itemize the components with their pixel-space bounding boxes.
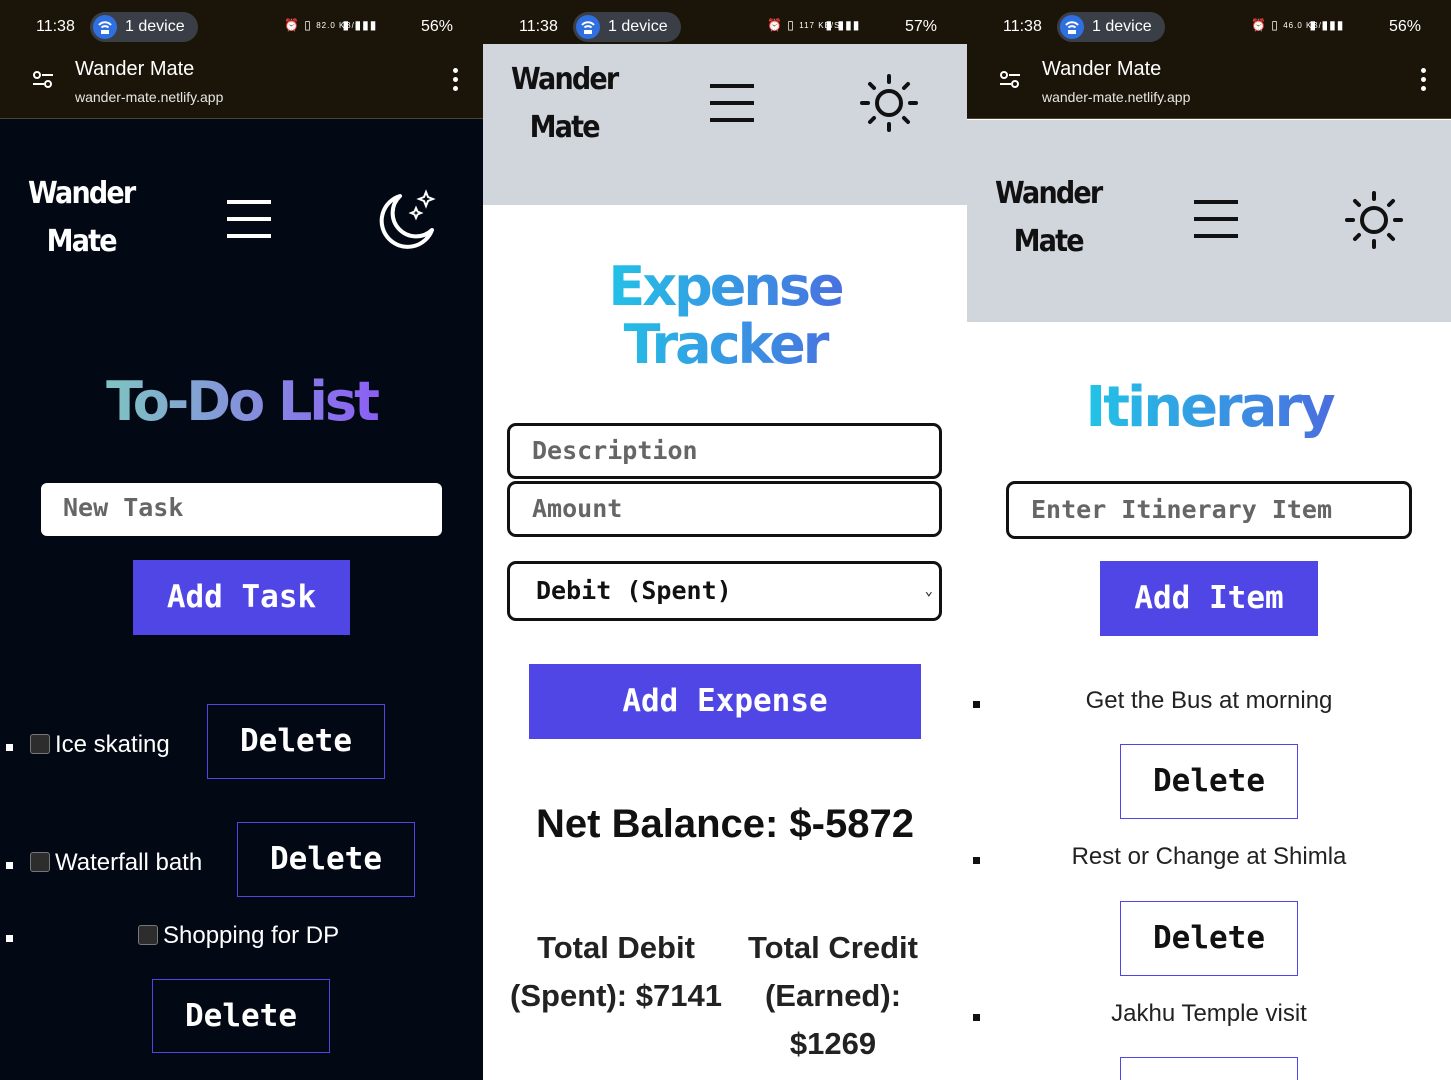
task-checkbox[interactable]	[138, 925, 158, 945]
logo-line2: Mate	[1013, 224, 1085, 259]
itinerary-item-input[interactable]: Enter Itinerary Item	[1006, 481, 1412, 539]
status-bar: 11:38 1 device ⏰ ▯ 117 KB/S ▮ ▮▮▮ 57%	[483, 0, 967, 44]
logo-line1: Wander	[28, 176, 136, 211]
site-url[interactable]: wander-mate.netlify.app	[1042, 89, 1190, 105]
delete-button[interactable]: Delete	[237, 822, 415, 897]
task-label: Waterfall bath	[55, 849, 203, 876]
delete-button[interactable]: Delete	[152, 979, 330, 1053]
page-title: To-Do List	[0, 370, 483, 433]
expense-type-select[interactable]: Debit (Spent) ⌄	[507, 561, 942, 621]
net-speed: 82.0 KB/S	[316, 21, 362, 31]
page-title: Expense Tracker	[483, 258, 967, 374]
expense-screen: 11:38 1 device ⏰ ▯ 117 KB/S ▮ ▮▮▮ 57% Wa…	[483, 0, 967, 1080]
device-pill[interactable]: 1 device	[1057, 12, 1165, 42]
add-item-button[interactable]: Add Item	[1100, 561, 1318, 636]
battery-level: 56%	[420, 18, 453, 35]
app-logo[interactable]: Wander Mate	[511, 56, 619, 152]
itinerary-item: Rest or Change at Shimla	[1071, 843, 1347, 870]
title-line1: Expense	[608, 255, 842, 318]
device-pill-label: 1 device	[1092, 18, 1152, 35]
app-logo[interactable]: Wander Mate	[995, 170, 1103, 266]
net-speed: 117 KB/S	[799, 21, 841, 31]
task-label: Shopping for DP	[163, 922, 340, 949]
status-bar: 11:38 1 device ⏰ ▯ 82.0 KB/S ▮ ▮▮▮ 56%	[0, 0, 483, 44]
task-item: Waterfall bath	[30, 849, 202, 877]
battery-level: 57%	[904, 18, 937, 35]
total-credit-line1: Total Credit	[748, 930, 918, 965]
delete-button[interactable]: Delete	[1120, 744, 1298, 819]
system-icons: ⏰ ▯ 82.0 KB/S ▮ ▮▮▮	[284, 18, 378, 32]
total-debit: Total Debit (Spent): $7141	[497, 924, 735, 1020]
logo-line1: Wander	[511, 62, 619, 97]
task-item: Ice skating	[30, 731, 170, 759]
itinerary-item: Jakhu Temple visit	[1111, 1000, 1307, 1027]
wifi-hotspot-icon	[576, 15, 600, 39]
status-time: 11:38	[1003, 18, 1042, 35]
list-bullet	[6, 862, 13, 869]
expense-type-value: Debit (Spent)	[536, 576, 732, 605]
todo-screen: 11:38 1 device ⏰ ▯ 82.0 KB/S ▮ ▮▮▮ 56% W…	[0, 0, 483, 1080]
site-settings-icon[interactable]	[32, 70, 54, 94]
system-icons: ⏰ ▯ 117 KB/S ▮ ▮▮▮	[767, 18, 861, 32]
net-balance: Net Balance: $-5872	[536, 802, 914, 846]
itinerary-item: Get the Bus at morning	[1085, 687, 1333, 714]
status-time: 11:38	[36, 18, 75, 35]
chevron-down-icon: ⌄	[924, 583, 933, 599]
system-icons: ⏰ ▯ 46.0 KB/S ▮ ▮▮▮	[1251, 18, 1345, 32]
list-bullet	[6, 935, 13, 942]
delete-button[interactable]: Delete	[1120, 901, 1298, 976]
device-pill-label: 1 device	[125, 18, 185, 35]
task-checkbox[interactable]	[30, 734, 50, 754]
title-line2: Tracker	[623, 313, 827, 376]
itinerary-screen: 11:38 1 device ⏰ ▯ 46.0 KB/S ▮ ▮▮▮ 56% W…	[967, 0, 1451, 1080]
amount-input[interactable]: Amount	[507, 481, 942, 537]
logo-line2: Mate	[529, 110, 601, 145]
device-pill[interactable]: 1 device	[573, 12, 681, 42]
status-time: 11:38	[519, 18, 558, 35]
task-label: Ice skating	[55, 731, 170, 758]
delete-button[interactable]: Delete	[207, 704, 385, 779]
dark-mode-moon-icon[interactable]	[372, 188, 438, 256]
total-credit-line3: $1269	[789, 1026, 877, 1061]
new-task-input[interactable]: New Task	[41, 483, 442, 536]
logo-line1: Wander	[995, 176, 1103, 211]
total-credit: Total Credit (Earned): $1269	[741, 924, 925, 1068]
list-bullet	[6, 744, 13, 751]
battery-level: 56%	[1388, 18, 1421, 35]
site-title: Wander Mate	[1042, 58, 1162, 80]
total-debit-line1: Total Debit	[537, 930, 695, 965]
total-credit-line2: (Earned):	[764, 978, 902, 1013]
light-mode-sun-icon[interactable]	[860, 74, 918, 136]
wifi-hotspot-icon	[93, 15, 117, 39]
menu-icon[interactable]	[710, 84, 754, 124]
app-logo[interactable]: Wander Mate	[28, 170, 136, 266]
total-debit-line2: (Spent): $7141	[510, 978, 722, 1013]
page-title: Itinerary	[967, 375, 1451, 440]
browser-bar: Wander Mate wander-mate.netlify.app	[0, 44, 483, 119]
menu-icon[interactable]	[227, 200, 271, 240]
more-options-icon[interactable]	[453, 68, 459, 92]
status-bar: 11:38 1 device ⏰ ▯ 46.0 KB/S ▮ ▮▮▮ 56%	[967, 0, 1451, 44]
device-pill-label: 1 device	[608, 18, 668, 35]
device-pill[interactable]: 1 device	[90, 12, 198, 42]
light-mode-sun-icon[interactable]	[1345, 191, 1403, 253]
site-settings-icon[interactable]	[999, 70, 1021, 94]
add-task-button[interactable]: Add Task	[133, 560, 350, 635]
site-title: Wander Mate	[75, 58, 195, 80]
delete-button[interactable]	[1120, 1057, 1298, 1080]
site-url[interactable]: wander-mate.netlify.app	[75, 89, 223, 105]
task-checkbox[interactable]	[30, 852, 50, 872]
add-expense-button[interactable]: Add Expense	[529, 664, 921, 739]
menu-icon[interactable]	[1194, 200, 1238, 240]
net-speed: 46.0 KB/S	[1283, 21, 1329, 31]
logo-line2: Mate	[46, 224, 118, 259]
browser-bar: Wander Mate wander-mate.netlify.app	[967, 44, 1451, 119]
task-item: Shopping for DP	[138, 922, 339, 950]
wifi-hotspot-icon	[1060, 15, 1084, 39]
description-input[interactable]: Description	[507, 423, 942, 479]
more-options-icon[interactable]	[1421, 68, 1427, 92]
